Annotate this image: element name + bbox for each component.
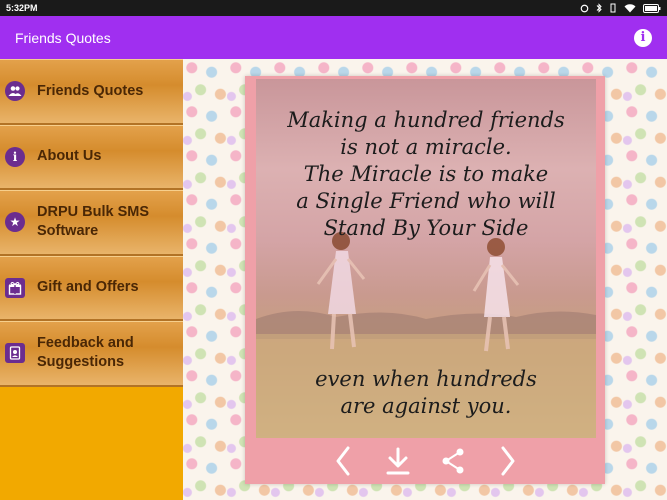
quote-card: Making a hundred friends is not a miracl…	[245, 76, 605, 484]
quote-line: is not a miracle.	[340, 135, 512, 159]
sidebar-item-label: Friends Quotes	[37, 82, 144, 99]
app-title: Friends Quotes	[15, 29, 111, 46]
info-icon[interactable]: i	[634, 28, 652, 47]
quote-line: Stand By Your Side	[323, 216, 529, 240]
share-icon[interactable]	[439, 446, 467, 476]
quote-controls	[245, 438, 605, 484]
bluetooth-icon	[596, 3, 602, 13]
status-time: 5:32PM	[6, 3, 38, 13]
sidebar-item-feedback[interactable]: Feedback and Suggestions	[0, 321, 183, 387]
quote-line: even when hundreds	[315, 367, 537, 391]
quote-line: are against you.	[340, 394, 512, 418]
sidebar-item-about-us[interactable]: i About Us	[0, 124, 183, 190]
quote-text-top: Making a hundred friends is not a miracl…	[266, 107, 586, 242]
sidebar-item-label: About Us	[37, 148, 102, 165]
alarm-icon	[580, 4, 589, 12]
sidebar-item-drpu-bulk-sms[interactable]: ★ DRPU Bulk SMS Software	[0, 190, 183, 256]
sidebar-menu: Friends Quotes i About Us ★ DRPU Bulk SM…	[0, 59, 183, 500]
sidebar-item-friends-quotes[interactable]: Friends Quotes	[0, 59, 183, 125]
quote-text-bottom: even when hundreds are against you.	[266, 366, 586, 420]
star-icon: ★	[5, 212, 25, 233]
previous-icon[interactable]	[329, 446, 357, 476]
next-icon[interactable]	[494, 446, 522, 476]
people-icon	[5, 81, 25, 102]
feedback-icon	[5, 343, 25, 364]
quote-line: a Single Friend who will	[296, 189, 556, 213]
quote-image: Making a hundred friends is not a miracl…	[256, 79, 596, 438]
battery-icon	[643, 3, 661, 13]
status-bar: 5:32PM	[0, 0, 667, 16]
vibrate-icon	[610, 3, 616, 13]
gift-icon	[5, 277, 25, 298]
quote-line: Making a hundred friends	[287, 108, 565, 132]
info-icon: i	[5, 146, 25, 167]
quote-line: The Miracle is to make	[303, 162, 549, 186]
download-icon[interactable]	[384, 446, 412, 476]
sidebar-item-label: DRPU Bulk SMS Software	[37, 204, 149, 240]
status-icons	[580, 3, 661, 13]
app-bar: Friends Quotes i	[0, 16, 667, 59]
wifi-icon	[624, 3, 636, 12]
sidebar-item-label: Gift and Offers	[37, 279, 139, 296]
sidebar-item-label: Feedback and Suggestions	[37, 335, 134, 371]
sidebar-item-gift-and-offers[interactable]: Gift and Offers	[0, 255, 183, 321]
quote-viewer: Making a hundred friends is not a miracl…	[183, 59, 667, 500]
